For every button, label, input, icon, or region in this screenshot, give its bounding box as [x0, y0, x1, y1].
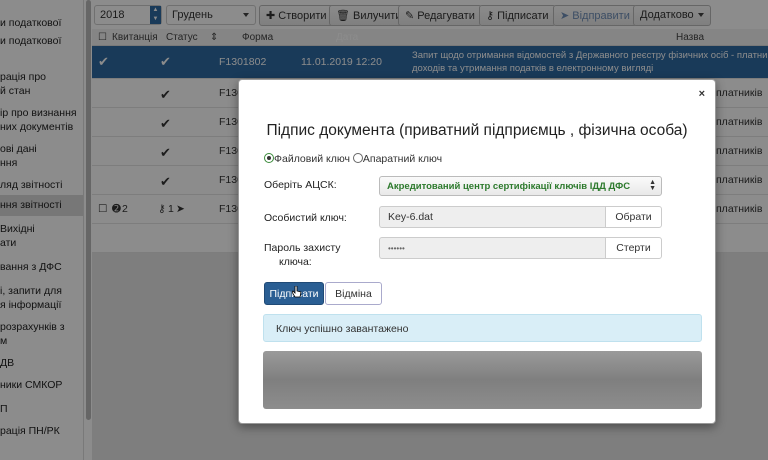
password-label-line1: Пароль захисту: [264, 242, 341, 254]
password-field[interactable]: ••••••: [379, 237, 606, 259]
key-file-field[interactable]: Key-6.dat: [379, 206, 606, 228]
radio-hardware-key-label[interactable]: Апаратний ключ: [363, 153, 442, 165]
hand-cursor-icon: [292, 286, 302, 298]
close-icon[interactable]: ×: [699, 88, 705, 100]
clear-password-button[interactable]: Стерти: [605, 237, 662, 259]
acsk-select[interactable]: Акредитований центр сертифікації ключів …: [379, 176, 662, 196]
success-alert: Ключ успішно завантажено: [263, 314, 702, 342]
dialog-title: Підпис документа (приватний підприємць ,…: [266, 122, 688, 139]
blurred-info-panel: [263, 351, 702, 409]
sign-dialog: × Підпис документа (приватний підприємць…: [238, 79, 716, 424]
acsk-label: Оберіть АЦСК:: [264, 179, 337, 191]
key-type-group: Файловий ключ Апаратний ключ: [264, 153, 442, 165]
radio-hardware-key[interactable]: [352, 153, 363, 163]
password-label-line2: ключа:: [279, 256, 312, 268]
acsk-value: Акредитований центр сертифікації ключів …: [387, 181, 631, 192]
key-label: Особистий ключ:: [264, 212, 347, 224]
choose-file-button[interactable]: Обрати: [605, 206, 662, 228]
radio-file-key[interactable]: [264, 153, 274, 163]
select-arrows-icon: ▲ ▼: [649, 179, 656, 192]
radio-file-key-label[interactable]: Файловий ключ: [274, 153, 350, 165]
password-label: Пароль захисту ключа:: [264, 241, 341, 269]
cancel-button[interactable]: Відміна: [325, 282, 382, 305]
